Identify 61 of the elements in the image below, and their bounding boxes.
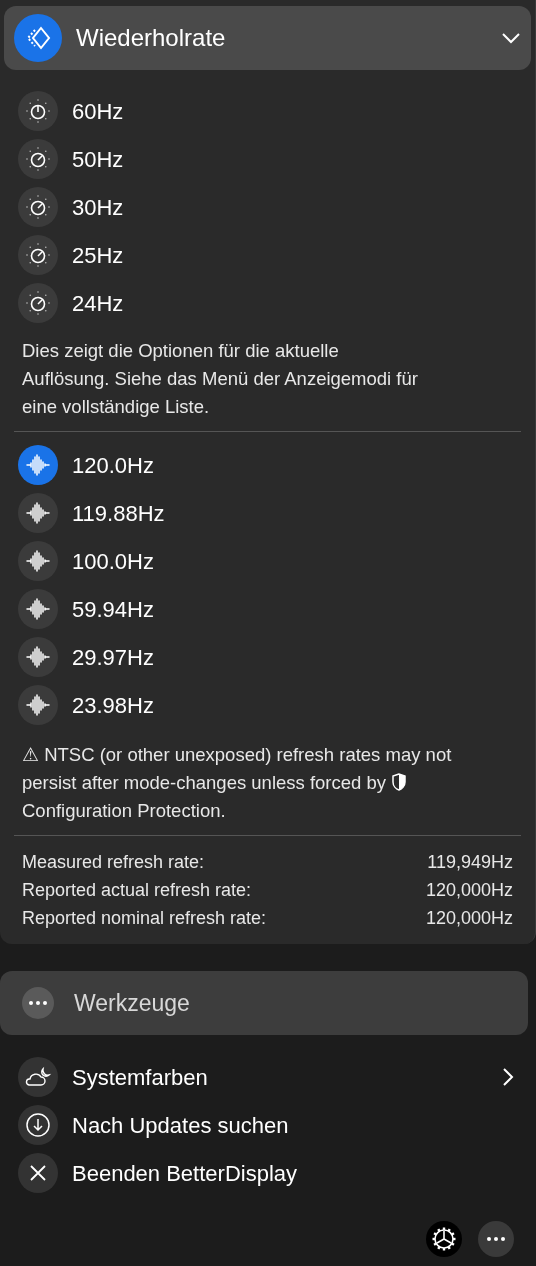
item-label: Nach Updates suchen xyxy=(72,1111,290,1140)
display-mode-item[interactable]: 120.0Hz xyxy=(0,441,535,489)
waveform-icon xyxy=(26,502,50,524)
section-title: Wiederholrate xyxy=(76,23,227,53)
measurement-label: Reported nominal refresh rate: xyxy=(22,906,267,930)
display-mode-item[interactable]: 23.98Hz xyxy=(0,681,535,729)
waveform-icon xyxy=(26,550,50,572)
display-mode-item[interactable]: 59.94Hz xyxy=(0,585,535,633)
app-logo-icon xyxy=(14,14,62,62)
section-title: Werkzeuge xyxy=(74,988,190,1018)
cloud-moon-icon xyxy=(24,1066,52,1088)
shield-icon xyxy=(391,773,408,791)
chevron-right-icon xyxy=(502,1067,514,1087)
measurement-label: Measured refresh rate: xyxy=(22,850,205,874)
menu-item[interactable]: Beenden BetterDisplay xyxy=(0,1149,536,1197)
dial-icon xyxy=(25,242,51,268)
item-label: 29.97Hz xyxy=(72,643,154,672)
measurement-value: 120,000Hz xyxy=(425,878,513,902)
menu-item[interactable]: Nach Updates suchen xyxy=(0,1101,536,1149)
item-label: 100.0Hz xyxy=(72,547,154,576)
menu-item[interactable]: Systemfarben xyxy=(0,1053,536,1101)
item-label: 50Hz xyxy=(72,145,124,174)
display-mode-item[interactable]: 119.88Hz xyxy=(0,489,535,537)
item-label: 120.0Hz xyxy=(72,451,154,480)
refresh-rate-item[interactable]: 24Hz xyxy=(0,279,535,327)
item-label: Beenden BetterDisplay xyxy=(72,1159,299,1188)
refresh-rate-item[interactable]: 50Hz xyxy=(0,135,535,183)
info-text: Dies zeigt die Optionen für die aktuelle Auflösung. Siehe das Menü der Anzeigemodi für eine vollständige Liste. xyxy=(22,339,419,419)
more-button[interactable] xyxy=(478,1221,514,1257)
measurement-value: 119,949Hz xyxy=(427,850,513,874)
dial-icon xyxy=(25,98,51,124)
measurement-value: 120,000Hz xyxy=(425,906,513,930)
item-label: 25Hz xyxy=(72,241,124,270)
dial-icon xyxy=(25,146,51,172)
refresh-rate-item[interactable]: 30Hz xyxy=(0,183,535,231)
display-mode-item[interactable]: 100.0Hz xyxy=(0,537,535,585)
section-header[interactable]: Werkzeuge xyxy=(0,971,528,1035)
refresh-rate-item[interactable]: 25Hz xyxy=(0,231,535,279)
waveform-icon xyxy=(26,694,50,716)
close-icon xyxy=(28,1163,48,1183)
waveform-icon xyxy=(26,598,50,620)
item-label: 30Hz xyxy=(72,193,124,222)
measurement-label: Reported actual refresh rate: xyxy=(22,878,252,902)
more-icon xyxy=(22,987,54,1019)
item-label: 59.94Hz xyxy=(72,595,154,624)
display-mode-item[interactable]: 29.97Hz xyxy=(0,633,535,681)
waveform-icon xyxy=(26,454,50,476)
download-icon xyxy=(25,1112,51,1138)
item-label: Systemfarben xyxy=(72,1063,209,1092)
warning-text: ⚠ NTSC (or other unexposed) refresh rates may not persist after mode-changes unless forced by Configuration Protection. xyxy=(22,743,453,823)
dial-icon xyxy=(25,290,51,316)
item-label: 60Hz xyxy=(72,97,124,126)
dial-icon xyxy=(25,194,51,220)
item-label: 23.98Hz xyxy=(72,691,154,720)
chevron-down-icon xyxy=(501,32,521,44)
item-label: 119.88Hz xyxy=(72,499,165,528)
settings-button[interactable] xyxy=(426,1221,462,1257)
section-header[interactable]: Wiederholrate xyxy=(4,6,531,70)
waveform-icon xyxy=(26,646,50,668)
refresh-rate-item[interactable]: 60Hz xyxy=(0,87,535,135)
item-label: 24Hz xyxy=(72,289,124,318)
